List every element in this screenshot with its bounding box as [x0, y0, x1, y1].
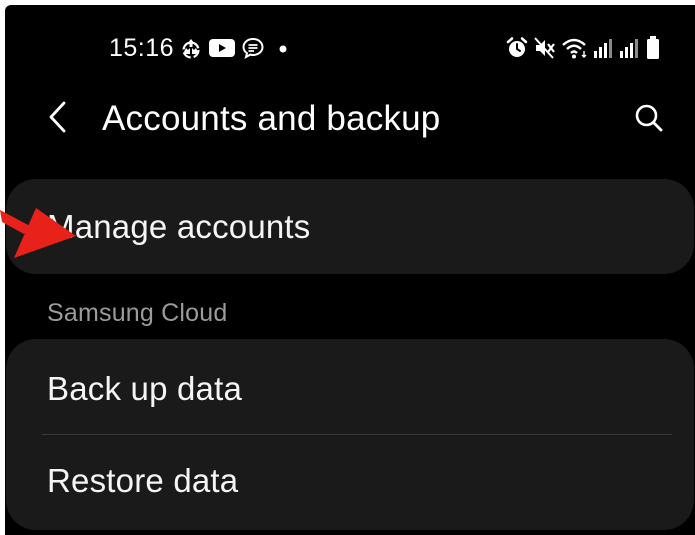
- system-status-icons: [505, 33, 661, 63]
- red-arrow-icon: [0, 200, 82, 269]
- message-icon: [241, 36, 265, 60]
- status-clock: 15:16: [109, 34, 175, 62]
- chevron-left-icon: [45, 99, 69, 140]
- back-button[interactable]: [35, 97, 79, 141]
- back-up-data-item[interactable]: Back up data: [6, 339, 694, 435]
- back-up-data-label: Back up data: [47, 370, 243, 407]
- samsung-cloud-card: Back up data Restore data: [6, 339, 694, 530]
- page-title: Accounts and backup: [102, 99, 441, 138]
- sync-icon: [179, 36, 203, 60]
- wifi-icon: [561, 36, 589, 60]
- youtube-icon: [209, 38, 235, 58]
- dot-icon: [271, 38, 291, 58]
- phone-screen: 15:16 Accounts and backup Manage account…: [5, 5, 695, 535]
- notification-icons: [179, 35, 291, 61]
- manage-accounts-label: Manage accounts: [47, 208, 311, 245]
- battery-icon: [645, 35, 661, 61]
- accounts-card: Manage accounts: [6, 179, 694, 274]
- alarm-icon: [505, 36, 529, 60]
- restore-data-item[interactable]: Restore data: [6, 435, 694, 530]
- status-bar: 15:16: [5, 5, 695, 87]
- search-icon: [633, 102, 665, 139]
- signal-icon: [593, 36, 615, 60]
- signal-icon: [619, 36, 641, 60]
- mute-icon: [533, 36, 557, 60]
- restore-data-label: Restore data: [47, 462, 239, 499]
- samsung-cloud-header: Samsung Cloud: [47, 299, 228, 327]
- manage-accounts-item[interactable]: Manage accounts: [6, 179, 694, 274]
- search-button[interactable]: [627, 98, 671, 142]
